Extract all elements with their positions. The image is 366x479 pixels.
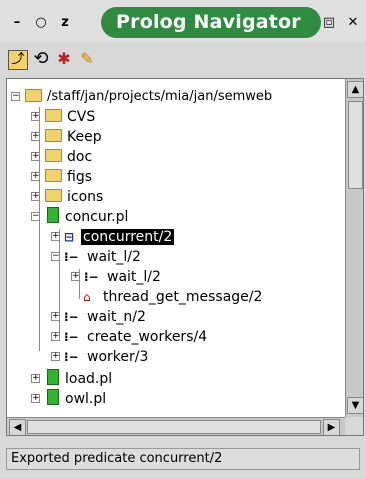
- exported-predicate-icon: ⊟: [64, 230, 75, 244]
- expand-icon[interactable]: +: [51, 352, 60, 361]
- close-icon[interactable]: ✕: [346, 16, 360, 30]
- tree-item-label: icons: [67, 189, 104, 205]
- folder-icon: [45, 189, 62, 202]
- window-titlebar: – ○ ᴢ Prolog Navigator ▫ □ ✕: [0, 0, 366, 42]
- expand-icon[interactable]: +: [31, 132, 40, 141]
- vertical-scrollbar[interactable]: ▲ ▼: [345, 79, 363, 417]
- folder-open-icon: [25, 89, 42, 102]
- prolog-file-icon: [47, 207, 59, 223]
- builtin-predicate-icon: ⌂: [83, 290, 91, 304]
- expand-icon[interactable]: +: [51, 332, 60, 341]
- predicate-icon: ⁝−: [64, 310, 79, 324]
- window-title-pill: Prolog Navigator: [101, 7, 321, 38]
- bug-icon[interactable]: ✱: [54, 50, 74, 70]
- horizontal-scroll-thumb[interactable]: [27, 420, 321, 434]
- expand-icon[interactable]: +: [51, 312, 60, 321]
- expand-icon[interactable]: +: [31, 394, 40, 403]
- prolog-file-icon: [47, 389, 59, 405]
- tree-item-label: doc: [67, 149, 93, 165]
- tree-item-label: thread_get_message/2: [103, 289, 263, 305]
- predicate-icon: ⁝−: [84, 270, 99, 284]
- minimize-icon[interactable]: –: [10, 16, 24, 30]
- tree-view[interactable]: − /staff/jan/projects/mia/jan/semweb + C…: [6, 78, 364, 436]
- folder-icon: [45, 109, 62, 122]
- refresh-icon[interactable]: ⟲: [31, 50, 51, 70]
- restore-icon[interactable]: ○: [34, 16, 48, 30]
- scroll-down-icon[interactable]: ▼: [347, 397, 363, 414]
- window-title: Prolog Navigator: [116, 11, 301, 33]
- predicate-icon: ⁝−: [64, 330, 79, 344]
- tree-item-label: wait_l/2: [107, 269, 161, 285]
- scroll-up-icon[interactable]: ▲: [347, 81, 363, 98]
- collapse-icon[interactable]: −: [11, 92, 20, 101]
- expand-icon[interactable]: +: [31, 152, 40, 161]
- tree-line-root: [39, 107, 40, 351]
- tree-item-label: wait_n/2: [87, 309, 146, 325]
- expand-icon[interactable]: +: [71, 272, 80, 281]
- tree-item-label: owl.pl: [65, 391, 107, 407]
- expand-icon[interactable]: +: [31, 192, 40, 201]
- folder-icon: [45, 129, 62, 142]
- status-message: Exported predicate concurrent/2: [6, 448, 360, 470]
- collapse-icon[interactable]: −: [31, 212, 40, 221]
- predicate-icon: ⁝−: [64, 250, 79, 264]
- collapse-icon[interactable]: −: [51, 252, 60, 261]
- tree-item-label: worker/3: [87, 349, 149, 365]
- expand-icon[interactable]: +: [51, 232, 60, 241]
- tree-item-label: CVS: [67, 109, 96, 125]
- tree-item-label: concur.pl: [65, 209, 129, 225]
- tree-item-label: wait_l/2: [87, 249, 141, 265]
- scroll-right-icon[interactable]: ▶: [323, 419, 340, 435]
- horizontal-scrollbar[interactable]: ◀ ▶: [7, 417, 345, 435]
- shade-icon[interactable]: ᴢ: [58, 16, 72, 30]
- folder-icon: [45, 169, 62, 182]
- expand-icon[interactable]: +: [31, 172, 40, 181]
- expand-icon[interactable]: +: [31, 112, 40, 121]
- scrollbar-corner: [345, 417, 363, 435]
- expand-icon[interactable]: +: [31, 374, 40, 383]
- edit-pencil-icon[interactable]: ✎: [77, 50, 97, 70]
- scroll-left-icon[interactable]: ◀: [9, 419, 26, 435]
- tree-item-label: load.pl: [65, 371, 113, 387]
- tree-item-label: concurrent/2: [81, 229, 175, 245]
- tree-item-label: figs: [67, 169, 92, 185]
- folder-icon: [45, 149, 62, 162]
- folder-up-icon[interactable]: ⤴: [8, 50, 28, 70]
- tree-root-label: /staff/jan/projects/mia/jan/semweb: [47, 89, 273, 104]
- toolbar: ⤴ ⟲ ✱ ✎: [0, 44, 366, 76]
- square-icon[interactable]: □: [322, 16, 336, 30]
- predicate-icon: ⁝−: [64, 350, 79, 364]
- prolog-file-icon: [47, 369, 59, 385]
- status-bar: Exported predicate concurrent/2: [0, 438, 366, 479]
- vertical-scroll-thumb[interactable]: [348, 101, 363, 189]
- tree-item-label: Keep: [67, 129, 102, 145]
- tree-item-label: create_workers/4: [87, 329, 208, 345]
